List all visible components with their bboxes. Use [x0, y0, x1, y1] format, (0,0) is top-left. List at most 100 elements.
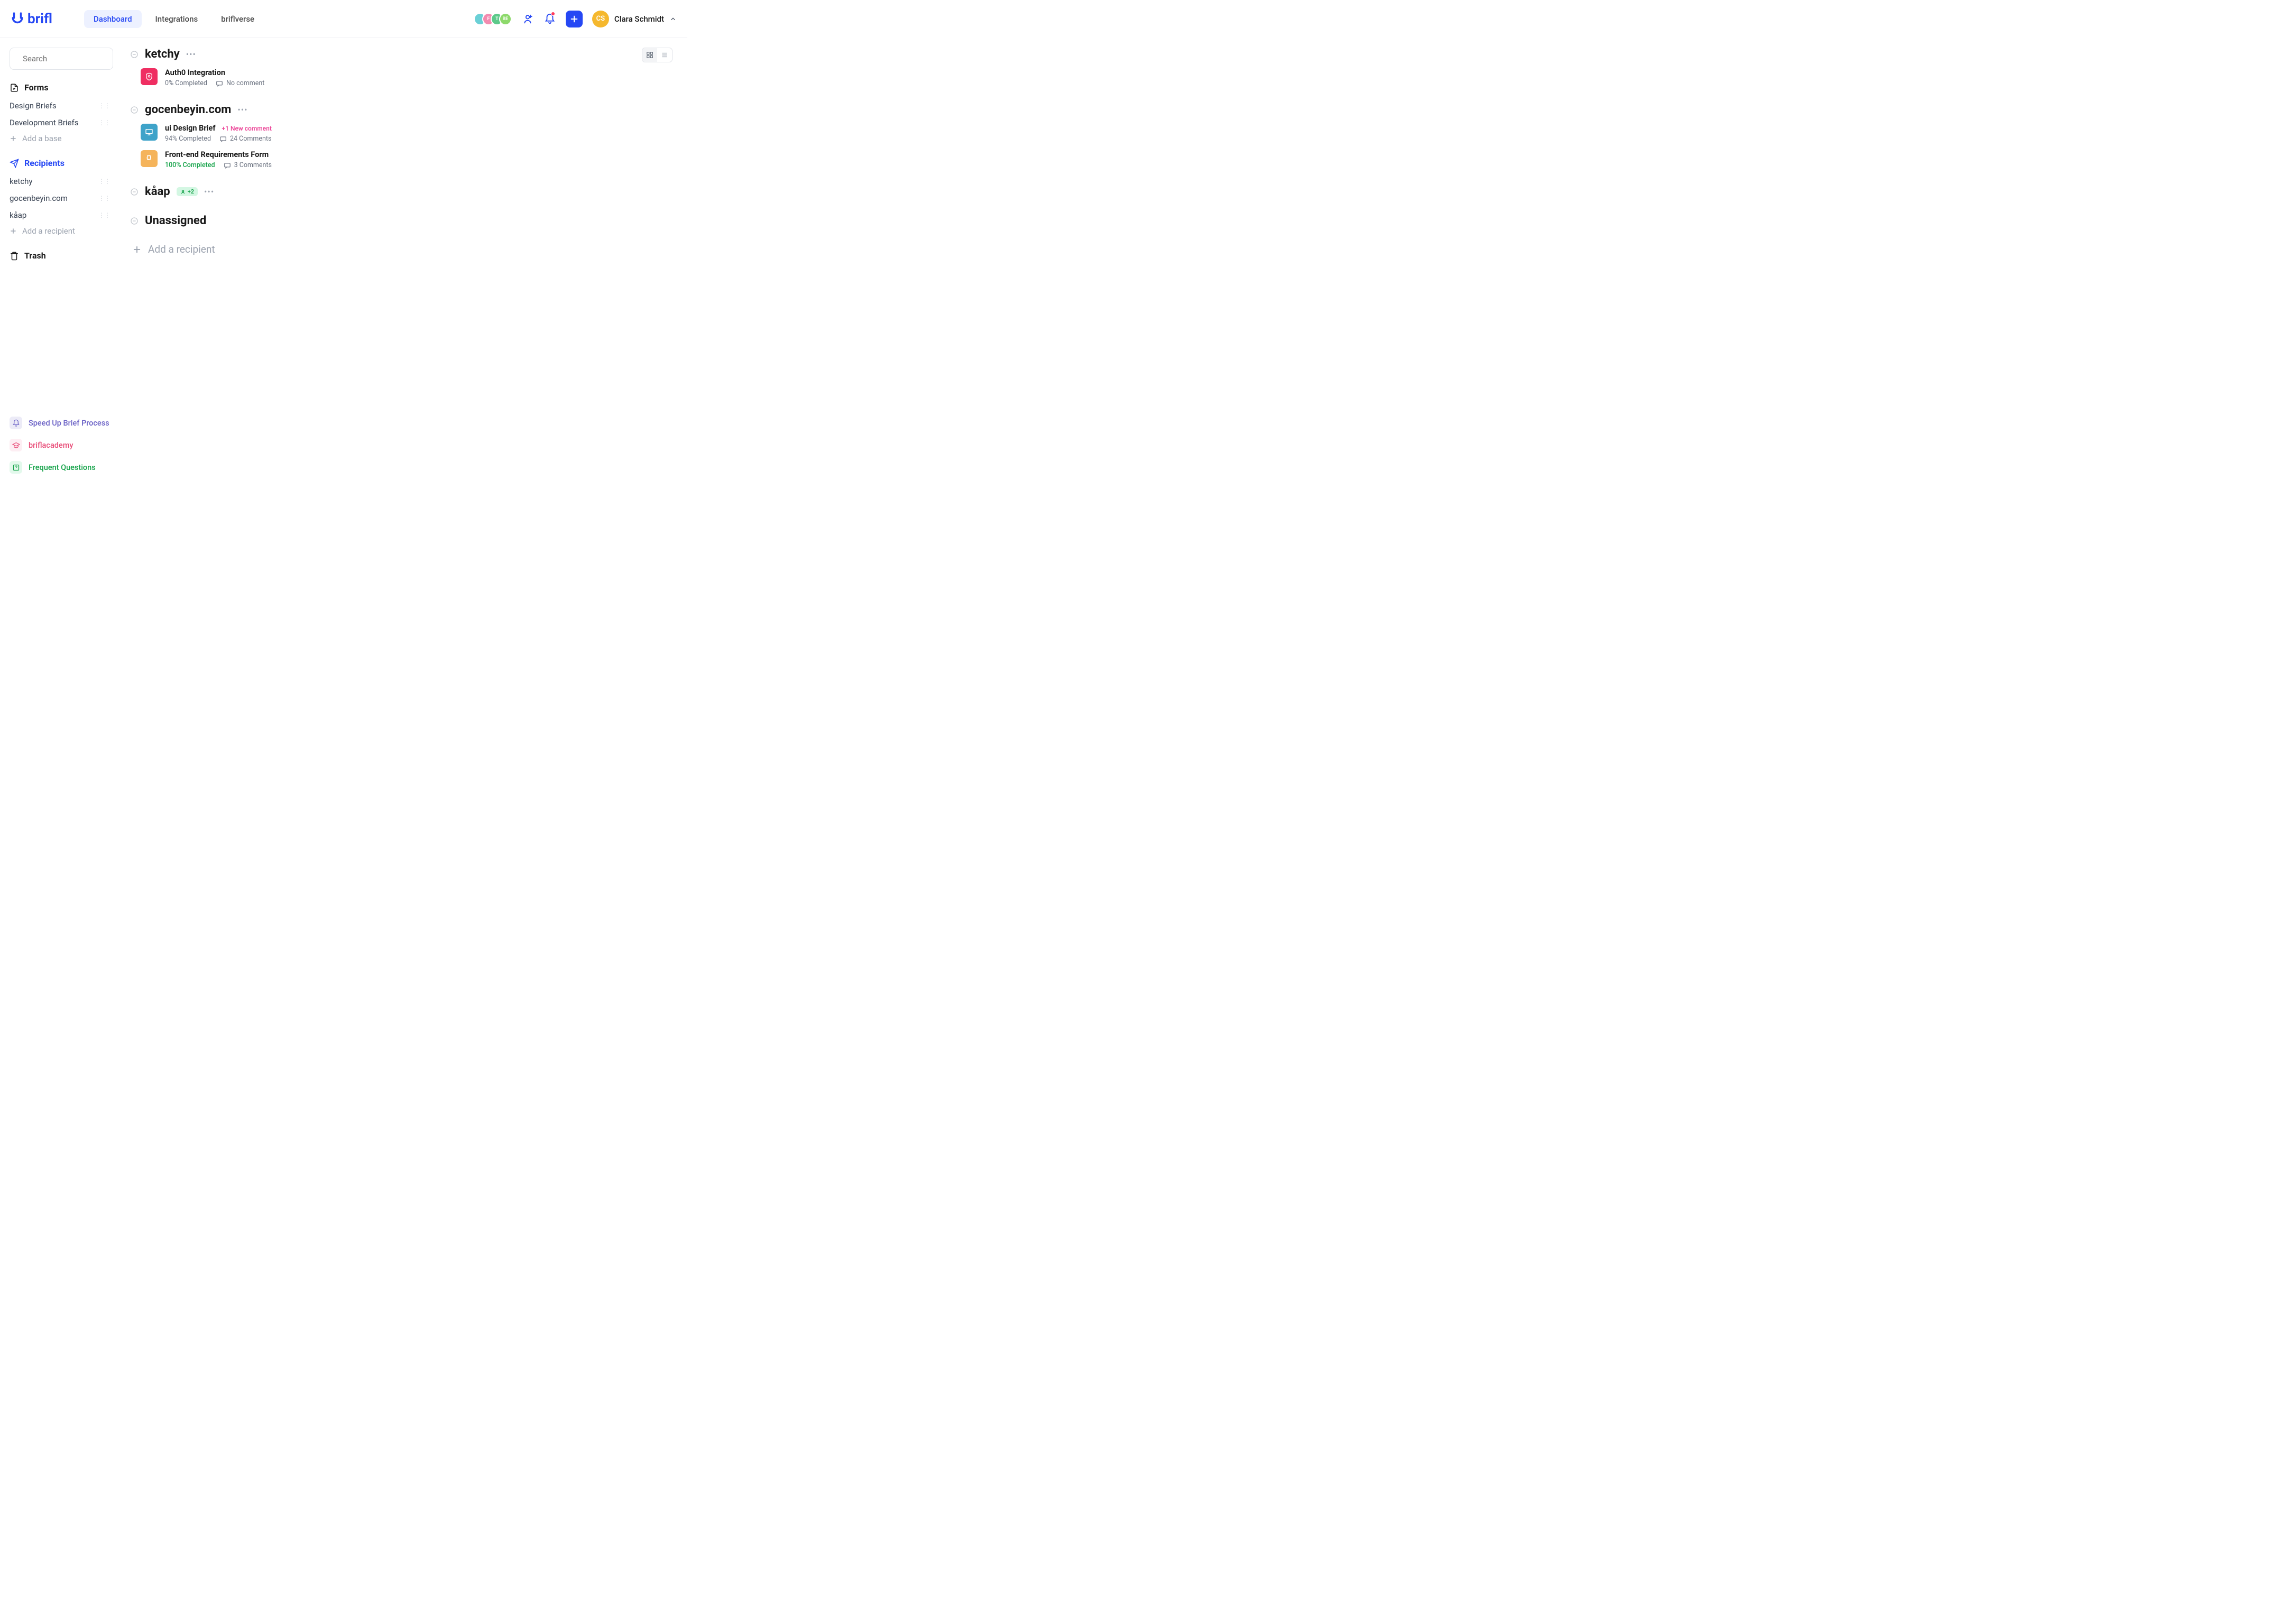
grid-icon	[646, 51, 653, 59]
comment-icon	[216, 80, 223, 87]
group-title: Unassigned	[145, 214, 206, 227]
sidebar-item-label: Design Briefs	[10, 101, 57, 110]
nav-dashboard[interactable]: Dashboard	[84, 10, 142, 28]
forms-list: Design Briefs ⋮⋮ Development Briefs ⋮⋮	[10, 100, 115, 128]
plus-icon	[132, 245, 142, 254]
sidebar-item-label: gocenbeyin.com	[10, 193, 68, 203]
add-recipient-main-button[interactable]: Add a recipient	[132, 243, 673, 255]
user-menu[interactable]: CS Clara Schmidt	[592, 11, 677, 27]
footer-label: briflacademy	[29, 441, 73, 450]
sidebar-item-label: Development Briefs	[10, 118, 78, 127]
drag-handle-icon[interactable]: ⋮⋮	[98, 211, 110, 219]
shield-icon	[141, 68, 158, 85]
drag-handle-icon[interactable]: ⋮⋮	[98, 178, 110, 185]
bell-icon	[10, 417, 22, 429]
forms-title-text: Forms	[24, 82, 49, 93]
user-avatar: CS	[592, 11, 609, 27]
card-title: ui Design Brief	[165, 124, 216, 133]
recipient-group: Unassigned	[130, 214, 673, 227]
recipients-title-text: Recipients	[24, 158, 65, 168]
footer-label: Speed Up Brief Process	[29, 419, 109, 428]
add-recipient-sidebar-button[interactable]: Add a recipient	[10, 226, 115, 236]
invite-user-icon[interactable]	[521, 13, 534, 25]
recipients-section-title: Recipients	[10, 158, 115, 168]
brifl-icon	[11, 12, 24, 26]
user-name: Clara Schmidt	[614, 14, 664, 24]
header-right: F T BE CS Clara Schmidt	[478, 11, 677, 27]
team-avatar-stack[interactable]: F T BE	[478, 13, 512, 25]
trash-icon	[10, 251, 19, 261]
plus-icon	[10, 227, 17, 235]
search-input[interactable]	[23, 54, 128, 63]
group-menu-icon[interactable]: •••	[237, 105, 247, 115]
sidebar-recipient-item[interactable]: kåap ⋮⋮	[10, 209, 115, 221]
group-title: ketchy	[145, 48, 180, 61]
sidebar-recipient-item[interactable]: gocenbeyin.com ⋮⋮	[10, 192, 115, 204]
academy-link[interactable]: briflacademy	[10, 439, 115, 451]
drag-handle-icon[interactable]: ⋮⋮	[98, 119, 110, 126]
nav-briflverse[interactable]: briflverse	[211, 10, 264, 28]
search-box[interactable]	[10, 48, 113, 70]
comment-icon	[224, 162, 231, 169]
group-header[interactable]: ketchy •••	[130, 48, 673, 61]
list-icon	[661, 51, 668, 59]
collapse-icon	[130, 217, 139, 225]
group-header[interactable]: Unassigned	[130, 214, 673, 227]
sidebar-form-item[interactable]: Development Briefs ⋮⋮	[10, 117, 115, 128]
collapse-icon	[130, 188, 139, 196]
monitor-icon	[141, 124, 158, 141]
recipient-group: gocenbeyin.com ••• ui Design Brief +1 Ne…	[130, 103, 673, 169]
drag-handle-icon[interactable]: ⋮⋮	[98, 195, 110, 202]
brief-card[interactable]: ui Design Brief +1 New comment 94% Compl…	[141, 124, 673, 143]
add-base-label: Add a base	[22, 134, 62, 143]
sidebar-footer: Speed Up Brief Process briflacademy Freq…	[10, 417, 115, 474]
grid-view-button[interactable]	[642, 48, 657, 62]
form-icon	[10, 83, 19, 93]
brief-card[interactable]: Auth0 Integration 0% Completed No commen…	[141, 68, 673, 87]
trash-button[interactable]: Trash	[10, 251, 115, 261]
card-title: Front-end Requirements Form	[165, 150, 269, 159]
completion-text: 94% Completed	[165, 135, 211, 143]
assignee-badge: +2	[177, 187, 198, 196]
speed-up-link[interactable]: Speed Up Brief Process	[10, 417, 115, 429]
recipients-list: ketchy ⋮⋮ gocenbeyin.com ⋮⋮ kåap ⋮⋮	[10, 176, 115, 221]
comment-count: 3 Comments	[224, 161, 272, 169]
comment-count: No comment	[216, 79, 264, 87]
create-button[interactable]	[566, 11, 583, 27]
group-header[interactable]: kåap +2 •••	[130, 185, 673, 198]
sidebar-item-label: kåap	[10, 210, 26, 220]
list-view-button[interactable]	[657, 48, 672, 62]
header: brifl Dashboard Integrations briflverse …	[0, 0, 687, 38]
group-title: gocenbeyin.com	[145, 103, 231, 116]
sidebar-form-item[interactable]: Design Briefs ⋮⋮	[10, 100, 115, 112]
comment-count: 24 Comments	[219, 135, 271, 143]
new-comment-badge: +1 New comment	[222, 125, 272, 132]
faq-link[interactable]: Frequent Questions	[10, 461, 115, 474]
trash-label: Trash	[24, 251, 46, 261]
team-avatar: BE	[499, 13, 512, 25]
drag-handle-icon[interactable]: ⋮⋮	[98, 102, 110, 109]
top-nav: Dashboard Integrations briflverse	[84, 10, 264, 28]
group-menu-icon[interactable]: •••	[186, 49, 196, 59]
recipient-group: ketchy ••• Auth0 Integration 0% Complete…	[130, 48, 673, 87]
add-base-button[interactable]: Add a base	[10, 134, 115, 143]
sidebar-recipient-item[interactable]: ketchy ⋮⋮	[10, 176, 115, 187]
notification-dot	[551, 12, 555, 16]
nav-integrations[interactable]: Integrations	[146, 10, 208, 28]
plus-icon	[10, 135, 17, 142]
brief-card[interactable]: Front-end Requirements Form 100% Complet…	[141, 150, 673, 169]
question-icon	[10, 461, 22, 474]
brand-logo[interactable]: brifl	[11, 11, 52, 27]
sidebar-item-label: ketchy	[10, 177, 33, 186]
notifications-icon[interactable]	[544, 13, 556, 25]
group-menu-icon[interactable]: •••	[204, 187, 214, 197]
chevron-up-icon	[669, 15, 677, 23]
group-title: kåap	[145, 185, 170, 198]
group-header[interactable]: gocenbeyin.com •••	[130, 103, 673, 116]
comments-text: 3 Comments	[234, 161, 272, 169]
layout: Forms Design Briefs ⋮⋮ Development Briefs…	[0, 38, 687, 488]
badge-text: +2	[188, 188, 194, 195]
completion-text: 0% Completed	[165, 79, 207, 87]
main-content: ketchy ••• Auth0 Integration 0% Complete…	[115, 38, 687, 488]
card-title: Auth0 Integration	[165, 68, 225, 77]
